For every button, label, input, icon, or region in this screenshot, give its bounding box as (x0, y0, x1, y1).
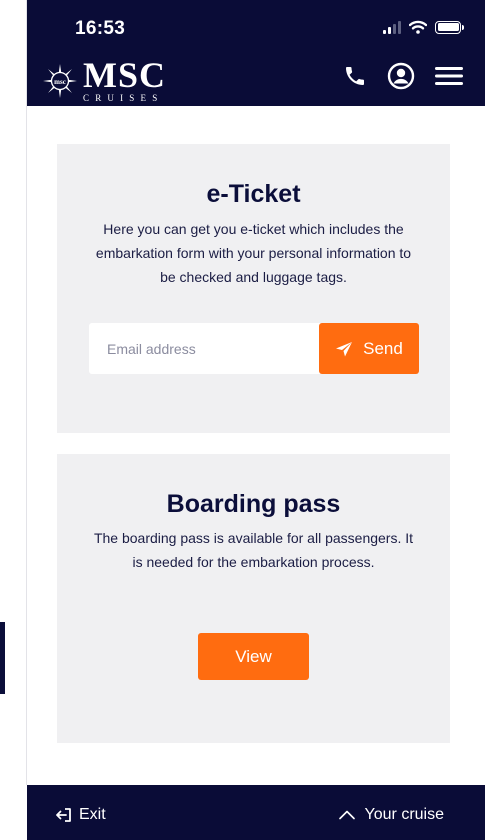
paper-plane-icon (336, 341, 353, 356)
boarding-pass-title: Boarding pass (166, 490, 341, 518)
left-margin (0, 0, 27, 840)
your-cruise-label: Your cruise (364, 806, 444, 823)
logo-text: MSC CRUISES (83, 55, 166, 103)
send-button[interactable]: Send (319, 323, 419, 374)
view-label: View (235, 646, 272, 666)
mobile-screen: 16:53 msc MSC CRUISES e-Ticket Here you … (27, 0, 485, 840)
logo-wordmark: MSC (83, 55, 166, 95)
svg-text:msc: msc (54, 78, 66, 86)
view-button[interactable]: View (198, 633, 309, 680)
left-edge-marker (0, 622, 5, 694)
exit-icon (56, 808, 71, 822)
eticket-card: e-Ticket Here you can get you e-ticket w… (57, 144, 450, 433)
header-actions (343, 62, 463, 90)
status-icons (383, 20, 464, 34)
compass-rose-icon: msc (43, 63, 77, 98)
eticket-title: e-Ticket (206, 180, 301, 208)
your-cruise-button[interactable]: Your cruise (338, 806, 444, 824)
msc-logo[interactable]: msc MSC CRUISES (43, 55, 166, 103)
bottom-bar: Exit Your cruise (27, 785, 485, 840)
eticket-description: Here you can get you e-ticket which incl… (95, 221, 412, 285)
exit-button[interactable]: Exit (55, 806, 106, 824)
send-label: Send (363, 338, 403, 358)
battery-icon (435, 20, 464, 34)
logo-subtitle: CRUISES (83, 93, 164, 103)
wifi-icon (409, 20, 427, 34)
menu-icon[interactable] (435, 65, 463, 87)
email-input[interactable] (89, 323, 321, 374)
boarding-pass-description: The boarding pass is available for all p… (93, 530, 414, 570)
status-time: 16:53 (75, 18, 126, 39)
cellular-signal-icon (383, 20, 401, 34)
app-header: 16:53 msc MSC CRUISES (27, 0, 485, 106)
boarding-pass-card: Boarding pass The boarding pass is avail… (57, 454, 450, 743)
exit-label: Exit (79, 806, 106, 823)
account-icon[interactable] (387, 62, 415, 90)
phone-icon[interactable] (343, 64, 367, 88)
chevron-up-icon (338, 810, 355, 820)
